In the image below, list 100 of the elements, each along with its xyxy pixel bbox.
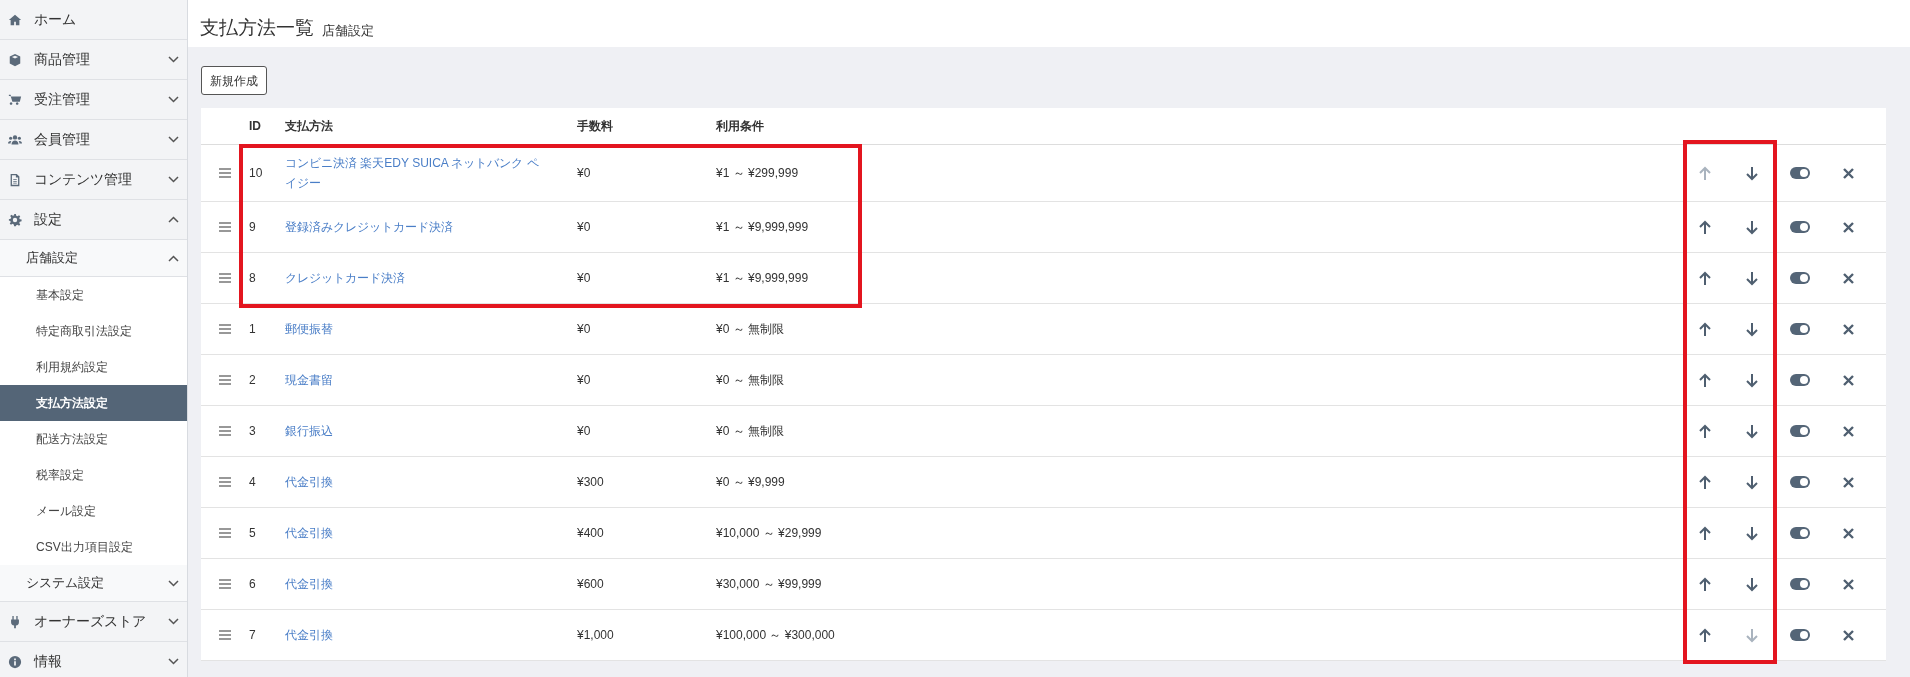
sidebar-link[interactable]: 特定商取引法設定 [0, 313, 187, 349]
arrow-down-icon[interactable] [1746, 423, 1758, 439]
sidebar-link[interactable]: 利用規約設定 [0, 349, 187, 385]
delete-icon[interactable] [1842, 425, 1854, 437]
arrow-down-icon[interactable] [1746, 576, 1758, 592]
chevron-up-icon [168, 254, 179, 262]
payment-method-link[interactable]: 登録済みクレジットカード決済 [285, 217, 453, 237]
toggle-icon[interactable] [1789, 323, 1810, 335]
arrow-up-icon[interactable] [1698, 627, 1711, 643]
arrow-down-icon[interactable] [1746, 321, 1758, 337]
sidebar-link[interactable]: 税率設定 [0, 457, 187, 493]
sidebar-link[interactable]: CSV出力項目設定 [0, 529, 187, 565]
chevron-down-icon [168, 658, 179, 665]
condition-cell: ¥1 ～ ¥9,999,999 [716, 271, 809, 285]
drag-handle-icon[interactable] [219, 375, 231, 385]
sidebar-link[interactable]: 基本設定 [0, 277, 187, 313]
sidebar-link[interactable]: メール設定 [0, 493, 187, 529]
arrow-down-icon[interactable] [1746, 270, 1758, 286]
condition-cell: ¥100,000 ～ ¥300,000 [716, 628, 835, 642]
fee-cell: ¥0 [577, 322, 591, 336]
fee-cell: ¥300 [577, 475, 604, 489]
payment-method-link[interactable]: 銀行振込 [285, 421, 333, 441]
arrow-up-icon[interactable] [1698, 525, 1711, 541]
delete-icon[interactable] [1842, 221, 1854, 233]
delete-icon[interactable] [1842, 578, 1854, 590]
toggle-icon[interactable] [1789, 374, 1810, 386]
arrow-up-icon[interactable] [1698, 219, 1711, 235]
cart-icon [8, 92, 22, 107]
arrow-up-icon[interactable] [1698, 270, 1711, 286]
fee-cell: ¥600 [577, 577, 604, 591]
drag-handle-icon[interactable] [219, 426, 231, 436]
toggle-icon[interactable] [1789, 476, 1810, 488]
condition-cell: ¥10,000 ～ ¥29,999 [716, 526, 822, 540]
id-cell: 3 [249, 424, 256, 438]
id-cell: 7 [249, 628, 256, 642]
new-button[interactable]: 新規作成 [201, 66, 267, 95]
id-cell: 1 [249, 322, 256, 336]
arrow-down-icon[interactable] [1746, 474, 1758, 490]
column-header: 利用条件 [716, 118, 765, 135]
delete-icon[interactable] [1842, 629, 1854, 641]
delete-icon[interactable] [1842, 374, 1854, 386]
payment-method-link[interactable]: 代金引換 [285, 523, 333, 543]
fee-cell: ¥0 [577, 373, 591, 387]
arrow-up-icon[interactable] [1698, 321, 1711, 337]
payment-method-link[interactable]: 現金書留 [285, 370, 333, 390]
payment-method-link[interactable]: コンビニ決済 楽天EDY SUICA ネットバンク ペイジー [285, 153, 545, 193]
toggle-icon[interactable] [1789, 221, 1810, 233]
info-icon [8, 654, 22, 669]
chevron-down-icon [168, 579, 179, 587]
fee-cell: ¥0 [577, 220, 591, 234]
arrow-down-icon[interactable] [1746, 165, 1758, 181]
delete-icon[interactable] [1842, 272, 1854, 284]
toggle-icon[interactable] [1789, 629, 1810, 641]
drag-handle-icon[interactable] [219, 324, 231, 334]
drag-handle-icon[interactable] [219, 630, 231, 640]
fee-cell: ¥400 [577, 526, 604, 540]
toggle-icon[interactable] [1789, 167, 1810, 179]
chevron-down-icon [168, 56, 179, 63]
fee-cell: ¥0 [577, 424, 591, 438]
payment-method-link[interactable]: 郵便振替 [285, 319, 333, 339]
arrow-up-icon[interactable] [1698, 576, 1711, 592]
sidebar-subitem[interactable]: システム設定 [0, 565, 187, 602]
chevron-down-icon [168, 176, 179, 183]
drag-handle-icon[interactable] [219, 222, 231, 232]
drag-handle-icon[interactable] [219, 579, 231, 589]
toggle-icon[interactable] [1789, 425, 1810, 437]
arrow-up-icon[interactable] [1698, 423, 1711, 439]
delete-icon[interactable] [1842, 476, 1854, 488]
payment-method-link[interactable]: クレジットカード決済 [285, 268, 405, 288]
arrow-up-icon[interactable] [1698, 474, 1711, 490]
delete-icon[interactable] [1842, 527, 1854, 539]
toggle-icon[interactable] [1789, 272, 1810, 284]
id-cell: 2 [249, 373, 256, 387]
page-title: 支払方法一覧 [200, 18, 314, 37]
toggle-icon[interactable] [1789, 578, 1810, 590]
payment-method-link[interactable]: 代金引換 [285, 574, 333, 594]
drag-handle-icon[interactable] [219, 168, 231, 178]
payment-method-link[interactable]: 代金引換 [285, 472, 333, 492]
sidebar-link[interactable]: 支払方法設定 [0, 385, 187, 421]
arrow-down-icon[interactable] [1746, 219, 1758, 235]
drag-handle-icon[interactable] [219, 528, 231, 538]
column-header: 手数料 [577, 118, 614, 135]
delete-icon[interactable] [1842, 167, 1854, 179]
gear-icon [8, 212, 22, 227]
payment-method-link[interactable]: 代金引換 [285, 625, 333, 645]
condition-cell: ¥1 ～ ¥9,999,999 [716, 220, 809, 234]
delete-icon[interactable] [1842, 323, 1854, 335]
sidebar-subitem[interactable]: 店舗設定 [0, 240, 187, 277]
condition-cell: ¥0 ～ 無制限 [716, 424, 784, 438]
arrow-up-icon[interactable] [1698, 372, 1711, 388]
toggle-icon[interactable] [1789, 527, 1810, 539]
arrow-down-icon[interactable] [1746, 372, 1758, 388]
drag-handle-icon[interactable] [219, 273, 231, 283]
plug-icon [8, 614, 22, 629]
drag-handle-icon[interactable] [219, 477, 231, 487]
sidebar-link[interactable]: 配送方法設定 [0, 421, 187, 457]
id-cell: 8 [249, 271, 256, 285]
fee-cell: ¥1,000 [577, 628, 614, 642]
chevron-up-icon [168, 216, 179, 223]
arrow-down-icon[interactable] [1746, 525, 1758, 541]
